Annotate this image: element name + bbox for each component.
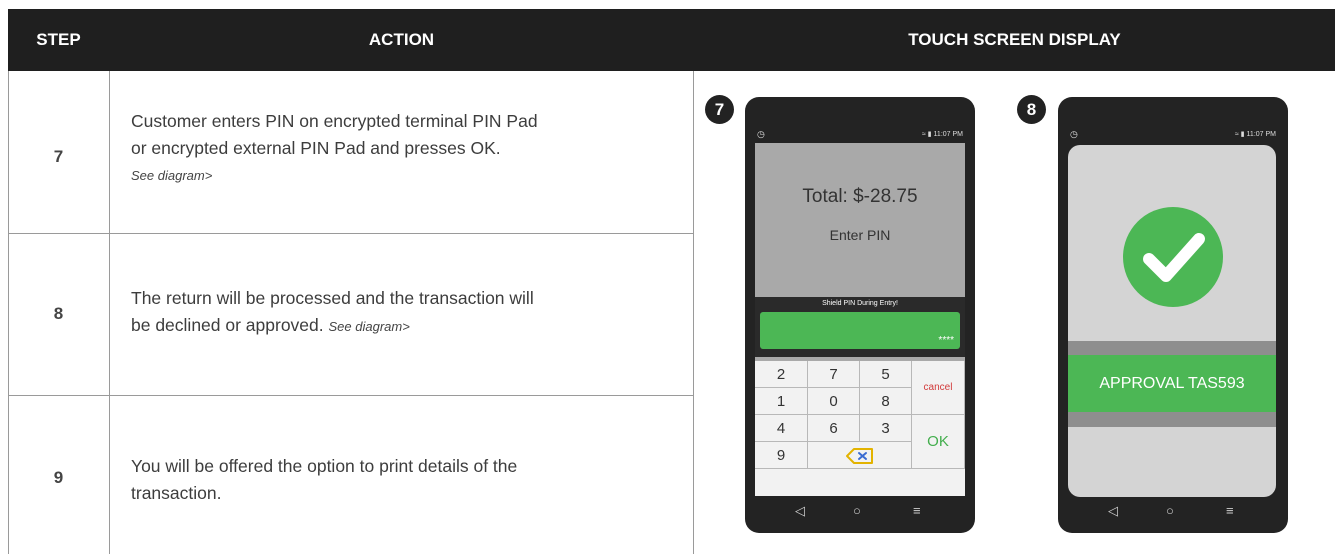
header-step: STEP xyxy=(36,30,81,49)
keypad-key[interactable]: 1 xyxy=(755,388,808,415)
android-nav-bar: ◁ ○ ≡ xyxy=(745,501,975,523)
pin-mask: **** xyxy=(938,335,954,346)
keypad-key[interactable]: 0 xyxy=(808,388,860,415)
clock-icon: ◷ xyxy=(757,129,765,139)
action-text: or encrypted external PIN Pad and presse… xyxy=(131,138,501,158)
step-action: Customer enters PIN on encrypted termina… xyxy=(131,108,681,189)
step-number: 8 xyxy=(53,304,64,323)
phone-approval: ◷ ≈ ▮ 11:07 PM APPROVAL TAS593 ◁ ○ ≡ xyxy=(1058,97,1288,533)
table-divider xyxy=(109,71,110,554)
time-text: 11:07 PM xyxy=(933,131,963,138)
keypad-key[interactable]: 6 xyxy=(808,415,860,442)
step-badge: 7 xyxy=(705,95,734,124)
action-text: transaction. xyxy=(131,483,222,503)
procedure-page: STEP ACTION TOUCH SCREEN DISPLAY 7 Custo… xyxy=(0,0,1335,554)
keypad-key[interactable]: 9 xyxy=(755,442,808,469)
table-header: STEP ACTION TOUCH SCREEN DISPLAY xyxy=(8,9,1335,71)
status-bar: ◷ ≈ ▮ 11:07 PM xyxy=(1070,129,1276,141)
keypad-key[interactable]: 3 xyxy=(860,415,912,442)
table-divider xyxy=(693,71,694,554)
menu-icon[interactable]: ≡ xyxy=(1226,503,1234,518)
back-icon[interactable]: ◁ xyxy=(1108,503,1118,519)
keypad-key[interactable]: 4 xyxy=(755,415,808,442)
step-number: 9 xyxy=(53,468,64,487)
android-nav-bar: ◁ ○ ≡ xyxy=(1058,501,1288,523)
status-time: ≈ ▮ 11:07 PM xyxy=(1234,131,1276,138)
status-bar: ◷ ≈ ▮ 11:07 PM xyxy=(757,129,963,141)
phone-pin-entry: ◷ ≈ ▮ 11:07 PM Total: $-28.75 Enter PIN … xyxy=(745,97,975,533)
approval-message: APPROVAL TAS593 xyxy=(1068,355,1276,412)
action-text: The return will be processed and the tra… xyxy=(131,288,534,308)
step-number: 7 xyxy=(53,147,64,166)
pin-screen: Total: $-28.75 Enter PIN Shield PIN Duri… xyxy=(755,143,965,496)
table-divider xyxy=(8,233,694,234)
pin-input[interactable]: **** xyxy=(760,312,960,349)
shield-label: Shield PIN During Entry! xyxy=(822,300,898,307)
see-diagram-link[interactable]: See diagram> xyxy=(329,319,410,334)
enter-pin-prompt: Enter PIN xyxy=(829,227,891,243)
step-badge: 8 xyxy=(1017,95,1046,124)
checkmark-icon xyxy=(1143,233,1205,282)
action-text: Customer enters PIN on encrypted termina… xyxy=(131,111,538,131)
home-icon[interactable]: ○ xyxy=(1166,503,1174,518)
action-text: You will be offered the option to print … xyxy=(131,456,518,476)
action-text-part: be declined or approved. xyxy=(131,315,324,335)
keypad-key[interactable]: 7 xyxy=(808,361,860,388)
status-time: ≈ ▮ 11:07 PM xyxy=(921,131,963,138)
total-amount: Total: $-28.75 xyxy=(802,186,918,207)
step-action: The return will be processed and the tra… xyxy=(131,285,681,340)
backspace-icon xyxy=(845,448,873,465)
header-action: ACTION xyxy=(368,30,435,49)
header-touch-screen-display: TOUCH SCREEN DISPLAY xyxy=(908,30,1121,49)
keypad-key[interactable]: 8 xyxy=(860,388,912,415)
check-circle-icon xyxy=(1123,207,1223,307)
back-icon[interactable]: ◁ xyxy=(795,503,805,519)
keypad-key[interactable]: 2 xyxy=(755,361,808,388)
action-text: be declined or approved. See diagram> xyxy=(131,312,681,340)
approval-screen: APPROVAL TAS593 xyxy=(1068,145,1276,497)
shield-pin-panel: Shield PIN During Entry! **** xyxy=(755,297,965,357)
approval-band: APPROVAL TAS593 xyxy=(1068,341,1276,427)
cancel-button[interactable]: cancel xyxy=(912,361,965,415)
backspace-button[interactable] xyxy=(808,442,912,469)
keypad-key[interactable]: 5 xyxy=(860,361,912,388)
ok-button[interactable]: OK xyxy=(912,415,965,469)
table-divider xyxy=(8,395,694,396)
step-action: You will be offered the option to print … xyxy=(131,453,681,507)
home-icon[interactable]: ○ xyxy=(853,503,861,518)
time-text: 11:07 PM xyxy=(1246,131,1276,138)
menu-icon[interactable]: ≡ xyxy=(913,503,921,518)
clock-icon: ◷ xyxy=(1070,129,1078,139)
see-diagram-link[interactable]: See diagram> xyxy=(131,162,681,189)
pin-keypad: 2 7 5 1 0 8 4 6 3 9 cancel OK xyxy=(755,361,965,496)
